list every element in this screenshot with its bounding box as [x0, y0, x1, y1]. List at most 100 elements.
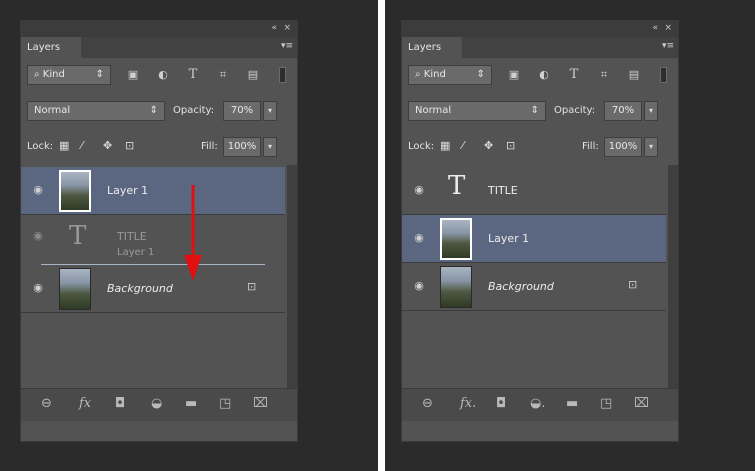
tab-layers[interactable]: Layers — [402, 37, 462, 58]
trash-icon[interactable]: ⌧ — [253, 396, 268, 411]
eye-icon[interactable]: ◉ — [30, 183, 46, 197]
layer-name: Background — [488, 280, 554, 293]
adjustment-filter-icon[interactable]: ◐ — [536, 67, 552, 83]
fill-dropdown-button[interactable]: ▾ — [644, 137, 658, 157]
filter-toggle[interactable] — [660, 67, 667, 83]
screenshot-after: « × Layers ▾≡ ⌕ Kind ⇕ ▣ ◐ T ⌗ ▤ Normal … — [385, 0, 755, 471]
lock-image-icon[interactable]: ⁄ — [81, 139, 83, 152]
layer-row[interactable]: ◉ T TITLE — [402, 167, 666, 215]
layer-name: Layer 1 — [488, 232, 530, 245]
stepper-icon: ⇕ — [476, 69, 485, 80]
search-icon: ⌕ — [415, 69, 421, 80]
scrollbar[interactable] — [287, 165, 297, 391]
lock-transparent-icon[interactable]: ▦ — [440, 139, 450, 152]
type-filter-icon[interactable]: T — [566, 67, 582, 83]
shape-filter-icon[interactable]: ⌗ — [596, 67, 612, 83]
layer-name: Background — [107, 282, 173, 295]
adjustment-icon[interactable]: ◒. — [530, 396, 545, 411]
layers-panel: « × Layers ▾≡ ⌕ Kind ⇕ ▣ ◐ T ⌗ ▤ Normal … — [20, 20, 298, 442]
layer-row[interactable]: ◉ Background ⊡ — [402, 263, 666, 311]
fill-field[interactable]: 100% — [604, 137, 642, 157]
lock-position-icon[interactable]: ✥ — [103, 139, 112, 152]
blend-mode-select[interactable]: Normal ⇕ — [408, 101, 546, 121]
layer-name: Layer 1 — [117, 247, 155, 258]
adjustment-icon[interactable]: ◒ — [151, 396, 162, 411]
layer-row[interactable]: ◉ Layer 1 — [21, 167, 285, 215]
blend-mode-value: Normal — [34, 105, 71, 116]
fill-label: Fill: — [582, 141, 599, 152]
lock-icon: ⊡ — [247, 280, 257, 293]
fill-field[interactable]: 100% — [223, 137, 261, 157]
eye-icon[interactable]: ◉ — [411, 279, 427, 293]
collapse-icon[interactable]: « — [652, 23, 658, 33]
type-layer-icon: T — [69, 221, 87, 251]
lock-label: Lock: — [27, 141, 54, 152]
link-icon[interactable]: ⊖ — [41, 396, 52, 411]
tab-layers[interactable]: Layers — [21, 37, 81, 58]
eye-icon[interactable]: ◉ — [30, 281, 46, 295]
mask-icon[interactable]: ◘ — [115, 396, 125, 411]
stepper-icon: ⇕ — [149, 105, 158, 116]
eye-icon[interactable]: ◉ — [411, 231, 427, 245]
layer-thumbnail — [59, 268, 91, 310]
fill-dropdown-button[interactable]: ▾ — [263, 137, 277, 157]
link-icon[interactable]: ⊖ — [422, 396, 433, 411]
lock-all-icon[interactable]: ⊡ — [125, 139, 134, 152]
image-filter-icon[interactable]: ▣ — [506, 67, 522, 83]
layer-thumbnail — [440, 218, 472, 260]
stepper-icon: ⇕ — [95, 69, 104, 80]
layer-row[interactable]: ◉ Layer 1 — [402, 215, 666, 263]
fill-label: Fill: — [201, 141, 218, 152]
dragged-layer-ghost: ◉ T TITLE Layer 1 — [21, 221, 285, 267]
opacity-field[interactable]: 70% — [223, 101, 261, 121]
panel-menu-icon[interactable]: ▾≡ — [662, 41, 674, 51]
layer-name: Layer 1 — [107, 184, 149, 197]
lock-label: Lock: — [408, 141, 435, 152]
type-filter-icon[interactable]: T — [185, 67, 201, 83]
image-filter-icon[interactable]: ▣ — [125, 67, 141, 83]
layer-name: TITLE — [488, 184, 518, 197]
blend-mode-select[interactable]: Normal ⇕ — [27, 101, 165, 121]
close-icon[interactable]: × — [283, 23, 291, 33]
scrollbar[interactable] — [668, 165, 678, 391]
opacity-dropdown-button[interactable]: ▾ — [644, 101, 658, 121]
layer-thumbnail — [59, 170, 91, 212]
opacity-field[interactable]: 70% — [604, 101, 642, 121]
folder-icon[interactable]: ▬ — [185, 396, 197, 411]
smart-object-filter-icon[interactable]: ▤ — [626, 67, 642, 83]
lock-image-icon[interactable]: ⁄ — [462, 139, 464, 152]
lock-transparent-icon[interactable]: ▦ — [59, 139, 69, 152]
eye-icon: ◉ — [33, 229, 43, 242]
panel-menu-icon[interactable]: ▾≡ — [281, 41, 293, 51]
new-layer-icon[interactable]: ◳ — [219, 396, 231, 411]
panel-titlebar: « × — [21, 21, 297, 37]
fx-icon[interactable]: fx. — [460, 396, 476, 411]
type-layer-icon: T — [448, 171, 466, 201]
lock-all-icon[interactable]: ⊡ — [506, 139, 515, 152]
smart-object-filter-icon[interactable]: ▤ — [245, 67, 261, 83]
trash-icon[interactable]: ⌧ — [634, 396, 649, 411]
lock-icon: ⊡ — [628, 278, 638, 291]
tab-strip: Layers ▾≡ — [402, 37, 678, 58]
adjustment-filter-icon[interactable]: ◐ — [155, 67, 171, 83]
blend-mode-value: Normal — [415, 105, 452, 116]
mask-icon[interactable]: ◘ — [496, 396, 506, 411]
eye-icon[interactable]: ◉ — [411, 183, 427, 197]
panel-titlebar: « × — [402, 21, 678, 37]
stepper-icon: ⇕ — [530, 105, 539, 116]
collapse-icon[interactable]: « — [271, 23, 277, 33]
close-icon[interactable]: × — [664, 23, 672, 33]
fx-icon[interactable]: fx — [79, 396, 91, 411]
filter-kind-select[interactable]: ⌕ Kind ⇕ — [27, 65, 111, 85]
screenshot-before: « × Layers ▾≡ ⌕ Kind ⇕ ▣ ◐ T ⌗ ▤ Normal … — [0, 0, 378, 471]
opacity-dropdown-button[interactable]: ▾ — [263, 101, 277, 121]
new-layer-icon[interactable]: ◳ — [600, 396, 612, 411]
filter-toggle[interactable] — [279, 67, 286, 83]
folder-icon[interactable]: ▬ — [566, 396, 578, 411]
lock-position-icon[interactable]: ✥ — [484, 139, 493, 152]
shape-filter-icon[interactable]: ⌗ — [215, 67, 231, 83]
filter-kind-select[interactable]: ⌕ Kind ⇕ — [408, 65, 492, 85]
search-icon: ⌕ — [34, 69, 40, 80]
layer-row[interactable]: ◉ Background ⊡ — [21, 265, 285, 313]
layer-thumbnail — [440, 266, 472, 308]
